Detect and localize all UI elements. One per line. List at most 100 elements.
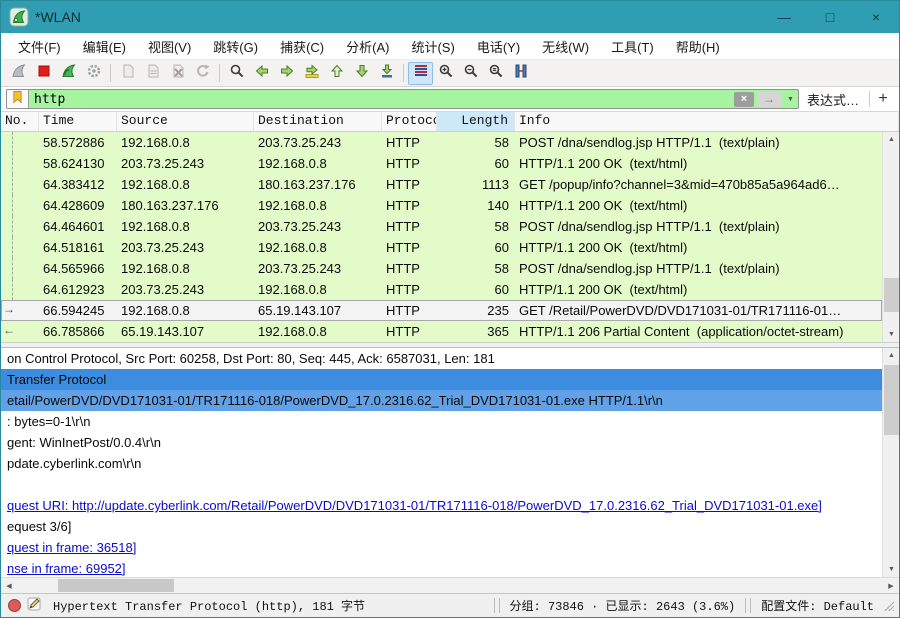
packet-list-scrollbar[interactable]: ▲ ▼	[882, 132, 899, 342]
column-header-info[interactable]: Info	[515, 112, 899, 131]
column-header-source[interactable]: Source	[117, 112, 254, 131]
menu-edit[interactable]: 编辑(E)	[72, 33, 137, 60]
table-row[interactable]: 64.518161 203.73.25.243 192.168.0.8 HTTP…	[1, 237, 882, 258]
table-row[interactable]: ← 66.785866 65.19.143.107 192.168.0.8 HT…	[1, 321, 882, 342]
horizontal-scrollbar[interactable]: ◀ ▶	[1, 577, 899, 593]
detail-line-response-frame-link[interactable]: nse in frame: 69952]	[1, 558, 882, 577]
start-capture-button[interactable]	[6, 62, 31, 85]
close-file-button[interactable]	[165, 62, 190, 85]
detail-line-request[interactable]: etail/PowerDVD/DVD171031-01/TR171116-018…	[1, 390, 882, 411]
find-packet-button[interactable]	[224, 62, 249, 85]
column-header-no[interactable]: No.	[1, 112, 39, 131]
related-packet-cell	[1, 216, 39, 237]
column-header-protocol[interactable]: Protocol	[382, 112, 437, 131]
filter-separator	[869, 91, 870, 107]
details-scrollbar[interactable]: ▲ ▼	[882, 348, 899, 577]
status-bar: Hypertext Transfer Protocol (http), 181 …	[1, 593, 899, 617]
menu-capture[interactable]: 捕获(C)	[269, 33, 335, 60]
close-button[interactable]: ×	[853, 1, 899, 33]
related-packet-cell: ←	[1, 321, 39, 342]
detail-line-range[interactable]: : bytes=0-1\r\n	[1, 411, 882, 432]
detail-line-http-request-count[interactable]: equest 3/6]	[1, 516, 882, 537]
scrollbar-thumb[interactable]	[884, 365, 899, 435]
menu-wireless[interactable]: 无线(W)	[531, 33, 600, 60]
display-filter-input[interactable]: http	[29, 90, 734, 108]
table-row[interactable]: 64.464601 192.168.0.8 203.73.25.243 HTTP…	[1, 216, 882, 237]
detail-line-blank	[1, 474, 882, 495]
filter-bookmark-button[interactable]	[7, 90, 29, 108]
column-header-destination[interactable]: Destination	[254, 112, 382, 131]
expression-button[interactable]: 表达式…	[799, 90, 867, 109]
restart-capture-button[interactable]	[56, 62, 81, 85]
filter-dropdown-button[interactable]: ▼	[783, 90, 798, 108]
scrollbar-thumb[interactable]	[58, 579, 174, 592]
go-forward-button[interactable]	[274, 62, 299, 85]
menu-go[interactable]: 跳转(G)	[202, 33, 269, 60]
filter-clear-button[interactable]: ×	[733, 91, 754, 107]
menu-analyze[interactable]: 分析(A)	[335, 33, 400, 60]
table-row-selected[interactable]: → 66.594245 192.168.0.8 65.19.143.107 HT…	[1, 300, 882, 321]
table-row[interactable]: 58.624130 203.73.25.243 192.168.0.8 HTTP…	[1, 153, 882, 174]
capture-comment-button[interactable]	[27, 597, 41, 615]
resize-grip[interactable]	[884, 600, 894, 611]
zoom-in-button[interactable]	[433, 62, 458, 85]
scroll-down-icon[interactable]: ▼	[883, 327, 900, 342]
status-selected-field: Hypertext Transfer Protocol (http), 181 …	[53, 600, 366, 614]
packet-rows: 58.572886 192.168.0.8 203.73.25.243 HTTP…	[1, 132, 882, 342]
table-row[interactable]: 64.428609 180.163.237.176 192.168.0.8 HT…	[1, 195, 882, 216]
column-header-length[interactable]: Length	[437, 112, 515, 131]
detail-line-host[interactable]: pdate.cyberlink.com\r\n	[1, 453, 882, 474]
menu-statistics[interactable]: 统计(S)	[400, 33, 465, 60]
menu-help[interactable]: 帮助(H)	[665, 33, 731, 60]
scroll-down-icon[interactable]: ▼	[883, 562, 899, 577]
maximize-button[interactable]: □	[807, 1, 853, 33]
go-first-button[interactable]	[324, 62, 349, 85]
zoom-reset-button[interactable]	[483, 62, 508, 85]
stop-capture-button[interactable]	[31, 62, 56, 85]
menu-file[interactable]: 文件(F)	[7, 33, 72, 60]
filter-apply-button[interactable]: →	[756, 91, 781, 107]
detail-line-http-selected[interactable]: Transfer Protocol	[1, 369, 882, 390]
packet-list-pane: No. Time Source Destination Protocol Len…	[1, 112, 899, 342]
scroll-up-icon[interactable]: ▲	[883, 132, 900, 147]
menu-view[interactable]: 视图(V)	[137, 33, 202, 60]
go-to-packet-button[interactable]	[299, 62, 324, 85]
related-packet-cell	[1, 174, 39, 195]
open-file-button[interactable]	[115, 62, 140, 85]
status-profile[interactable]: 配置文件: Default	[753, 597, 882, 614]
add-filter-button[interactable]: +	[872, 90, 894, 108]
cell-source: 203.73.25.243	[121, 156, 205, 171]
detail-line-prev-request-frame-link[interactable]: quest in frame: 36518]	[1, 537, 882, 558]
cell-length: 58	[494, 219, 509, 234]
table-row[interactable]: 64.383412 192.168.0.8 180.163.237.176 HT…	[1, 174, 882, 195]
table-row[interactable]: 64.565966 192.168.0.8 203.73.25.243 HTTP…	[1, 258, 882, 279]
detail-line-user-agent[interactable]: gent: WinInetPost/0.0.4\r\n	[1, 432, 882, 453]
filter-bar: http × → ▼ 表达式… +	[1, 87, 899, 112]
go-last-button[interactable]	[349, 62, 374, 85]
reload-file-button[interactable]	[190, 62, 215, 85]
scroll-left-icon[interactable]: ◀	[1, 578, 17, 593]
table-row[interactable]: 58.572886 192.168.0.8 203.73.25.243 HTTP…	[1, 132, 882, 153]
detail-line-full-request-uri-link[interactable]: quest URI: http://update.cyberlink.com/R…	[1, 495, 882, 516]
zoom-out-button[interactable]	[458, 62, 483, 85]
menu-tools[interactable]: 工具(T)	[600, 33, 665, 60]
go-back-button[interactable]	[249, 62, 274, 85]
scrollbar-thumb[interactable]	[884, 278, 899, 312]
resize-columns-button[interactable]	[508, 62, 533, 85]
scroll-up-icon[interactable]: ▲	[883, 348, 899, 363]
cell-time: 58.572886	[43, 135, 105, 150]
menu-telephony[interactable]: 电话(Y)	[466, 33, 531, 60]
expert-info-icon[interactable]	[8, 599, 21, 612]
colorize-button[interactable]	[408, 61, 433, 85]
minimize-button[interactable]: —	[761, 1, 807, 33]
table-row[interactable]: 64.612923 203.73.25.243 192.168.0.8 HTTP…	[1, 279, 882, 300]
cell-protocol: HTTP	[386, 219, 420, 234]
capture-options-button[interactable]	[81, 62, 106, 85]
column-header-time[interactable]: Time	[39, 112, 117, 131]
detail-line-tcp[interactable]: on Control Protocol, Src Port: 60258, Ds…	[1, 348, 882, 369]
cell-info: HTTP/1.1 200 OK (text/html)	[519, 282, 688, 297]
cell-protocol: HTTP	[386, 156, 420, 171]
auto-scroll-button[interactable]	[374, 62, 399, 85]
save-file-button[interactable]	[140, 62, 165, 85]
scroll-right-icon[interactable]: ▶	[883, 578, 899, 593]
